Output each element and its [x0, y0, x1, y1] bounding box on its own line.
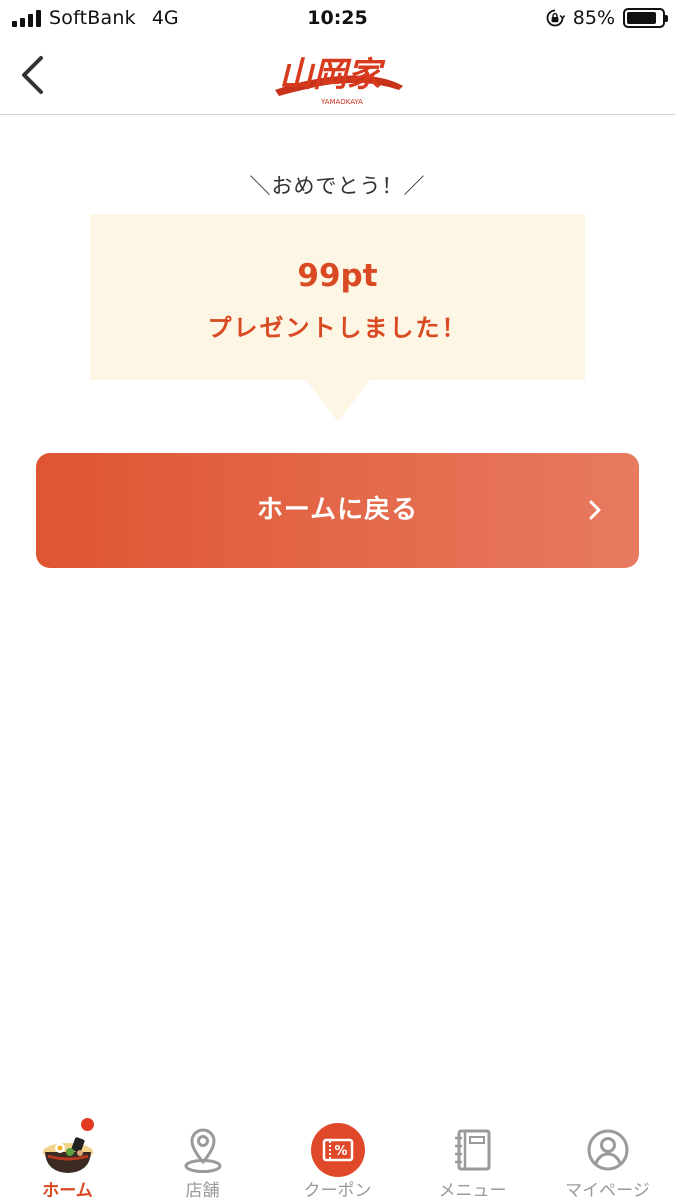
tab-mypage[interactable]: マイページ: [540, 1108, 675, 1200]
back-to-home-label: ホームに戻る: [256, 495, 419, 525]
points-bubble: 99pt プレゼントしました！: [90, 214, 585, 380]
tab-home[interactable]: ホーム: [0, 1108, 135, 1200]
signal-strength-icon: [12, 9, 41, 27]
back-button[interactable]: [10, 50, 54, 100]
network-type: 4G: [151, 7, 179, 29]
chevron-left-icon: [22, 56, 43, 94]
chevron-right-icon: [589, 500, 601, 520]
tab-label: ホーム: [42, 1181, 93, 1200]
svg-text:%: %: [334, 1144, 347, 1159]
bottom-tab-bar: ホーム 店舗 % クーポン メニュー マイページ: [0, 1108, 675, 1200]
tab-label: 店舗: [185, 1181, 220, 1200]
map-pin-icon: [184, 1128, 222, 1173]
points-value: 99pt: [297, 258, 378, 294]
orientation-lock-icon: [546, 9, 565, 27]
battery-percent: 85%: [572, 7, 615, 29]
menu-book-icon: [455, 1129, 491, 1171]
coupon-icon: %: [311, 1123, 365, 1177]
battery-icon: [623, 8, 668, 28]
notification-dot: [81, 1118, 94, 1131]
tab-label: メニュー: [438, 1181, 507, 1200]
navigation-bar: 山岡家 YAMAOKAYA: [0, 38, 675, 115]
status-right: 85%: [545, 7, 668, 29]
status-bar: SoftBank 4G 10:25 85%: [0, 0, 675, 38]
tab-label: マイページ: [565, 1181, 650, 1200]
tab-coupon[interactable]: % クーポン: [270, 1108, 405, 1200]
svg-text:山岡家: 山岡家: [279, 55, 386, 95]
tab-store[interactable]: 店舗: [135, 1108, 270, 1200]
carrier-name: SoftBank: [49, 7, 136, 29]
bubble-tail: [306, 380, 370, 422]
present-message: プレゼントしました！: [207, 314, 468, 342]
tab-menu[interactable]: メニュー: [405, 1108, 540, 1200]
status-left: SoftBank 4G: [12, 7, 179, 29]
app-screen: SoftBank 4G 10:25 85% 山岡家 YAMAOKAYA ＼おめで…: [0, 0, 675, 1200]
congrats-heading: ＼おめでとう！／: [249, 174, 426, 198]
brand-logo: 山岡家 YAMAOKAYA: [275, 55, 403, 106]
svg-text:YAMAOKAYA: YAMAOKAYA: [320, 98, 363, 106]
tab-label: クーポン: [303, 1181, 372, 1200]
back-to-home-button[interactable]: ホームに戻る: [36, 453, 639, 568]
user-icon: [587, 1129, 629, 1171]
